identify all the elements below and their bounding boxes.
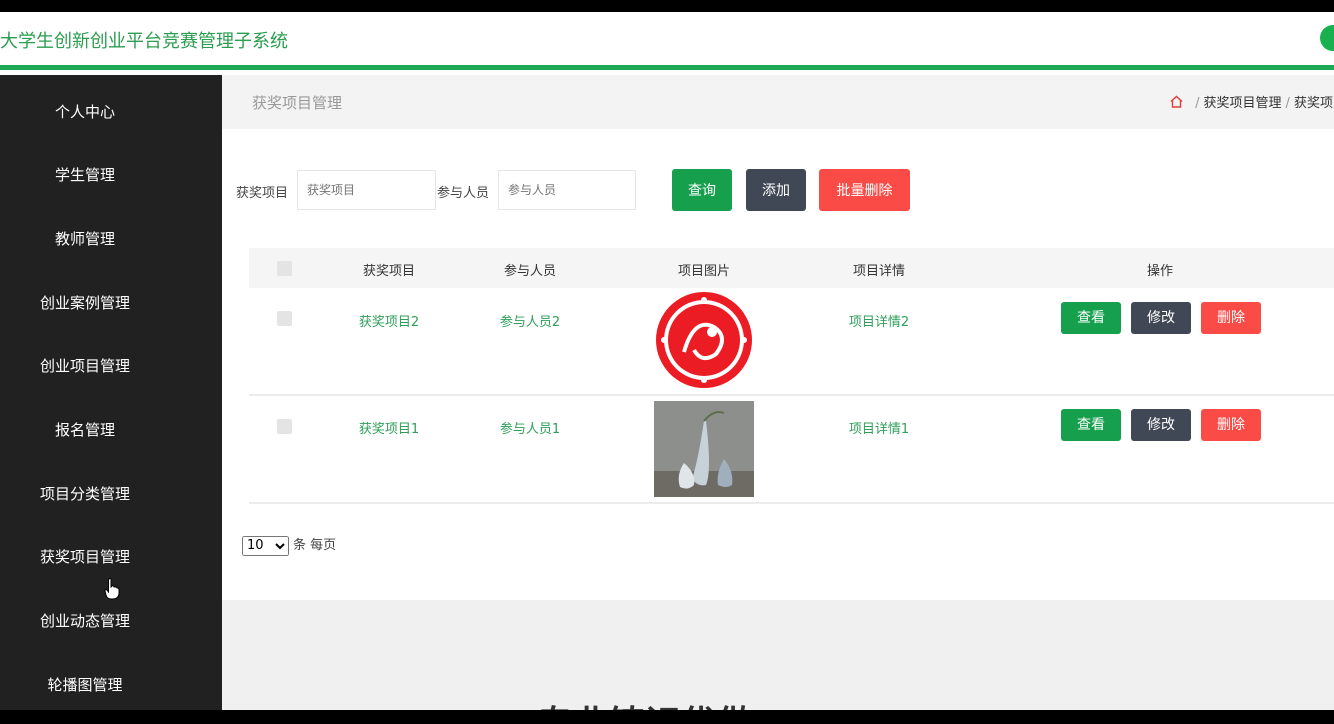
page-size-select[interactable]: 10 (242, 535, 289, 556)
delete-button[interactable]: 删除 (1201, 302, 1261, 334)
sidebar-item-startup-news-management[interactable]: 创业动态管理 (0, 601, 170, 641)
sidebar-item-personal-center[interactable]: 个人中心 (0, 92, 170, 132)
row-checkbox[interactable] (277, 419, 292, 434)
detail-cell[interactable]: 项目详情1 (834, 418, 924, 437)
page-size-suffix: 条 每页 (293, 538, 337, 553)
sidebar-item-startup-project-management[interactable]: 创业项目管理 (0, 346, 170, 386)
app-title: 大学生创新创业平台竞赛管理子系统 (0, 31, 288, 52)
column-header-actions: 操作 (1146, 264, 1173, 279)
members-label: 参与人员 (437, 186, 490, 201)
batch-delete-button[interactable]: 批量删除 (819, 169, 910, 211)
edit-button[interactable]: 修改 (1131, 409, 1191, 441)
sidebar-item-registration-management[interactable]: 报名管理 (0, 410, 170, 450)
top-header: 大学生创新创业平台竞赛管理子系统 (0, 12, 1334, 70)
sidebar-item-project-category-management[interactable]: 项目分类管理 (0, 474, 170, 514)
sidebar: 个人中心 学生管理 教师管理 创业案例管理 创业项目管理 报名管理 项目分类管理… (0, 75, 222, 710)
breadcrumb-item[interactable]: 获奖项目管理 (1204, 96, 1282, 111)
view-button[interactable]: 查看 (1061, 302, 1121, 334)
column-header-detail: 项目详情 (852, 264, 905, 279)
project-cell[interactable]: 获奖项目2 (344, 311, 434, 330)
column-header-image: 项目图片 (677, 264, 730, 279)
row-checkbox[interactable] (277, 311, 292, 326)
table-row: 获奖项目2 参与人员2 项目详情2 查看 修改 删除 (249, 288, 1334, 396)
footer-heading: 专业铸识优做 (537, 695, 753, 710)
project-image[interactable] (654, 292, 754, 388)
query-button[interactable]: 查询 (672, 169, 732, 211)
table-header: 获奖项目 参与人员 项目图片 项目详情 操作 (249, 248, 1334, 288)
column-header-members: 参与人员 (503, 264, 556, 279)
search-bar: 获奖项目 参与人员 查询 添加 批量删除 (222, 169, 1334, 213)
detail-cell[interactable]: 项目详情2 (834, 311, 924, 330)
pagination: 10 条 每页 (242, 534, 336, 556)
members-cell[interactable]: 参与人员1 (485, 418, 575, 437)
project-image[interactable] (654, 401, 754, 497)
breadcrumb: / 获奖项目管理 / 获奖项 (1170, 92, 1333, 111)
project-label: 获奖项目 (236, 186, 289, 201)
sidebar-item-award-project-management[interactable]: 获奖项目管理 (0, 537, 170, 577)
home-icon[interactable] (1170, 95, 1187, 111)
sidebar-item-startup-case-management[interactable]: 创业案例管理 (0, 283, 170, 323)
members-search-input[interactable] (498, 170, 636, 210)
edit-button[interactable]: 修改 (1131, 302, 1191, 334)
column-header-project: 获奖项目 (362, 264, 415, 279)
members-cell[interactable]: 参与人员2 (485, 311, 575, 330)
main-content: 获奖项目管理 /获奖项目管理/获奖项 获奖项目 参与人员 查询 添加 批量删除 … (222, 75, 1334, 710)
page-title: 获奖项目管理 (252, 94, 343, 112)
footer-banner: 专业铸识优做 (222, 600, 1334, 710)
table-row: 获奖项目1 参与人员1 项目详情1 查看 修改 删除 (249, 396, 1334, 504)
delete-button[interactable]: 删除 (1201, 409, 1261, 441)
breadcrumb-item-current: 获奖项 (1293, 96, 1333, 111)
project-cell[interactable]: 获奖项目1 (344, 418, 434, 437)
app-window: 大学生创新创业平台竞赛管理子系统 个人中心 学生管理 教师管理 创业案例管理 创… (0, 12, 1334, 710)
avatar[interactable] (1320, 25, 1334, 51)
view-button[interactable]: 查看 (1061, 409, 1121, 441)
title-bar: 获奖项目管理 / 获奖项目管理 / 获奖项 (222, 75, 1334, 129)
sidebar-item-carousel-management[interactable]: 轮播图管理 (0, 665, 170, 705)
project-search-input[interactable] (297, 170, 436, 210)
add-button[interactable]: 添加 (746, 169, 806, 211)
sidebar-item-teacher-management[interactable]: 教师管理 (0, 219, 170, 259)
sidebar-item-student-management[interactable]: 学生管理 (0, 155, 170, 195)
select-all-checkbox[interactable] (277, 261, 292, 276)
hand-cursor-icon (104, 578, 120, 600)
